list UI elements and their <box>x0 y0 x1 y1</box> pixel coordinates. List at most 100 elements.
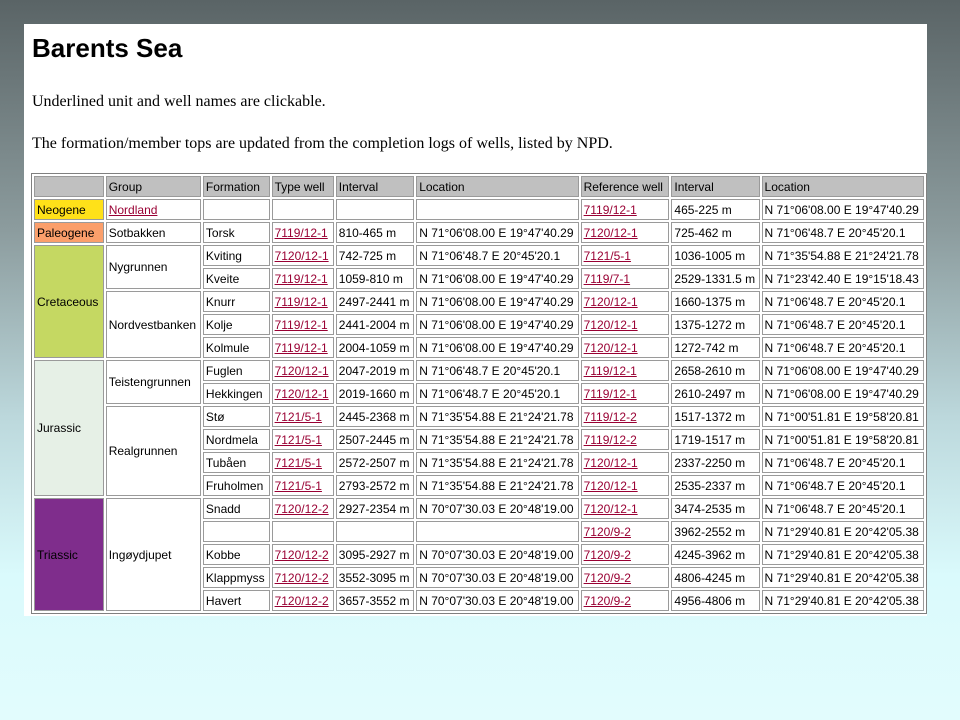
type-well-cell: 7119/12-1 <box>271 314 334 335</box>
reference-well-cell: 7120/12-1 <box>580 452 670 473</box>
reference-well-cell-link[interactable]: 7120/12-1 <box>584 226 638 240</box>
ref-interval-cell: 1719-1517 m <box>671 429 760 450</box>
ref-interval-cell: 3474-2535 m <box>671 498 760 519</box>
location-cell: N 71°06'48.7 E 20°45'20.1 <box>416 383 579 404</box>
location-cell: N 70°07'30.03 E 20°48'19.00 <box>416 567 579 588</box>
reference-well-cell: 7120/12-1 <box>580 498 670 519</box>
reference-well-cell: 7119/12-1 <box>580 199 670 220</box>
column-header-reference-well: Reference well <box>580 176 670 197</box>
reference-well-cell: 7120/9-2 <box>580 521 670 542</box>
interval-cell: 3552-3095 m <box>335 567 415 588</box>
ref-location-cell: N 71°06'48.7 E 20°45'20.1 <box>761 452 924 473</box>
type-well-cell-link[interactable]: 7119/12-1 <box>275 341 328 355</box>
system-cell-cretaceous: Cretaceous <box>34 245 104 358</box>
reference-well-cell-link[interactable]: 7119/12-1 <box>584 203 637 217</box>
reference-well-cell-link[interactable]: 7119/7-1 <box>584 272 630 286</box>
ref-interval-cell: 4245-3962 m <box>671 544 760 565</box>
type-well-cell: 7121/5-1 <box>271 475 334 496</box>
column-header-formation: Formation <box>202 176 270 197</box>
type-well-cell-link[interactable]: 7119/12-1 <box>275 226 328 240</box>
ref-interval-cell: 3962-2552 m <box>671 521 760 542</box>
type-well-cell-link[interactable]: 7120/12-1 <box>275 387 329 401</box>
interval-cell: 2572-2507 m <box>335 452 415 473</box>
interval-cell: 2497-2441 m <box>335 291 415 312</box>
ref-interval-cell: 2658-2610 m <box>671 360 760 381</box>
reference-well-cell: 7119/7-1 <box>580 268 670 289</box>
interval-cell: 3095-2927 m <box>335 544 415 565</box>
interval-cell: 2507-2445 m <box>335 429 415 450</box>
type-well-cell-link[interactable]: 7121/5-1 <box>275 456 322 470</box>
reference-well-cell-link[interactable]: 7119/12-2 <box>584 410 637 424</box>
type-well-cell-link[interactable]: 7119/12-1 <box>275 295 328 309</box>
system-cell-triassic: Triassic <box>34 498 104 611</box>
ref-location-cell: N 71°06'08.00 E 19°47'40.29 <box>761 383 924 404</box>
reference-well-cell-link[interactable]: 7120/9-2 <box>584 525 631 539</box>
table-row: Nordvestbanken Knurr 7119/12-1 2497-2441 mN… <box>34 291 924 358</box>
type-well-cell <box>271 199 334 220</box>
stratigraphy-table: Group Formation Type well Interval Location R… <box>31 173 927 614</box>
clickable-note: Underlined unit and well names are click… <box>32 93 326 110</box>
type-well-cell-link[interactable]: 7121/5-1 <box>275 410 322 424</box>
group-link[interactable]: Nordland <box>109 203 158 217</box>
reference-well-cell: 7120/12-1 <box>580 222 670 243</box>
ref-location-cell: N 71°06'48.7 E 20°45'20.1 <box>761 291 924 312</box>
ref-interval-cell: 1517-1372 m <box>671 406 760 427</box>
reference-well-cell: 7120/12-1 <box>580 475 670 496</box>
reference-well-cell-link[interactable]: 7120/12-1 <box>584 502 638 516</box>
interval-cell: 2927-2354 m <box>335 498 415 519</box>
reference-well-cell-link[interactable]: 7120/12-1 <box>584 295 638 309</box>
location-cell: N 71°35'54.88 E 21°24'21.78 <box>416 406 579 427</box>
reference-well-cell-link[interactable]: 7119/12-2 <box>584 433 637 447</box>
formation-cell: Havert <box>202 590 270 611</box>
type-well-cell-link[interactable]: 7119/12-1 <box>275 318 328 332</box>
location-cell: N 71°06'08.00 E 19°47'40.29 <box>416 268 579 289</box>
source-note: The formation/member tops are updated fr… <box>32 135 613 152</box>
location-cell: N 71°06'08.00 E 19°47'40.29 <box>416 314 579 335</box>
table-row: Realgrunnen Stø 7121/5-1 2445-2368 mN 71°35… <box>34 406 924 496</box>
formation-cell: Fuglen <box>202 360 270 381</box>
ref-interval-cell: 4956-4806 m <box>671 590 760 611</box>
reference-well-cell-link[interactable]: 7120/12-1 <box>584 456 638 470</box>
formation-cell: Kolje <box>202 314 270 335</box>
column-header-ref-interval: Interval <box>671 176 760 197</box>
reference-well-cell-link[interactable]: 7119/12-1 <box>584 387 637 401</box>
formation-cell: Kviting <box>202 245 270 266</box>
type-well-cell-link[interactable]: 7120/12-2 <box>275 594 329 608</box>
reference-well-cell-link[interactable]: 7119/12-1 <box>584 364 637 378</box>
type-well-cell-link[interactable]: 7120/12-1 <box>275 364 329 378</box>
interval-cell: 2047-2019 m <box>335 360 415 381</box>
ref-interval-cell: 2535-2337 m <box>671 475 760 496</box>
ref-interval-cell: 1036-1005 m <box>671 245 760 266</box>
type-well-cell-link[interactable]: 7120/12-2 <box>275 548 329 562</box>
reference-well-cell-link[interactable]: 7120/12-1 <box>584 318 638 332</box>
interval-cell: 742-725 m <box>335 245 415 266</box>
formation-cell: Hekkingen <box>202 383 270 404</box>
reference-well-cell: 7119/12-1 <box>580 360 670 381</box>
interval-cell <box>335 199 415 220</box>
location-cell <box>416 521 579 542</box>
column-header-type-well: Type well <box>271 176 334 197</box>
location-cell: N 71°06'48.7 E 20°45'20.1 <box>416 245 579 266</box>
reference-well-cell-link[interactable]: 7120/12-1 <box>584 341 638 355</box>
type-well-cell: 7121/5-1 <box>271 406 334 427</box>
reference-well-cell: 7119/12-2 <box>580 429 670 450</box>
type-well-cell: 7120/12-2 <box>271 544 334 565</box>
page-content: Barents Sea Underlined unit and well nam… <box>24 24 927 616</box>
type-well-cell-link[interactable]: 7121/5-1 <box>275 479 322 493</box>
type-well-cell: 7119/12-1 <box>271 291 334 312</box>
column-header-group: Group <box>105 176 201 197</box>
type-well-cell-link[interactable]: 7120/12-1 <box>275 249 329 263</box>
type-well-cell-link[interactable]: 7120/12-2 <box>275 571 329 585</box>
reference-well-cell: 7121/5-1 <box>580 245 670 266</box>
reference-well-cell-link[interactable]: 7120/9-2 <box>584 571 631 585</box>
table-row: Cretaceous Nygrunnen Kviting 7120/12-1 742-7… <box>34 245 924 358</box>
reference-well-cell-link[interactable]: 7121/5-1 <box>584 249 631 263</box>
reference-well-cell-link[interactable]: 7120/12-1 <box>584 479 638 493</box>
reference-well-cell-link[interactable]: 7120/9-2 <box>584 594 631 608</box>
type-well-cell-link[interactable]: 7120/12-2 <box>275 502 329 516</box>
column-header-location: Location <box>416 176 579 197</box>
type-well-cell-link[interactable]: 7121/5-1 <box>275 433 322 447</box>
reference-well-cell-link[interactable]: 7120/9-2 <box>584 548 631 562</box>
type-well-cell-link[interactable]: 7119/12-1 <box>275 272 328 286</box>
ref-interval-cell: 2529-1331.5 m <box>671 268 760 289</box>
